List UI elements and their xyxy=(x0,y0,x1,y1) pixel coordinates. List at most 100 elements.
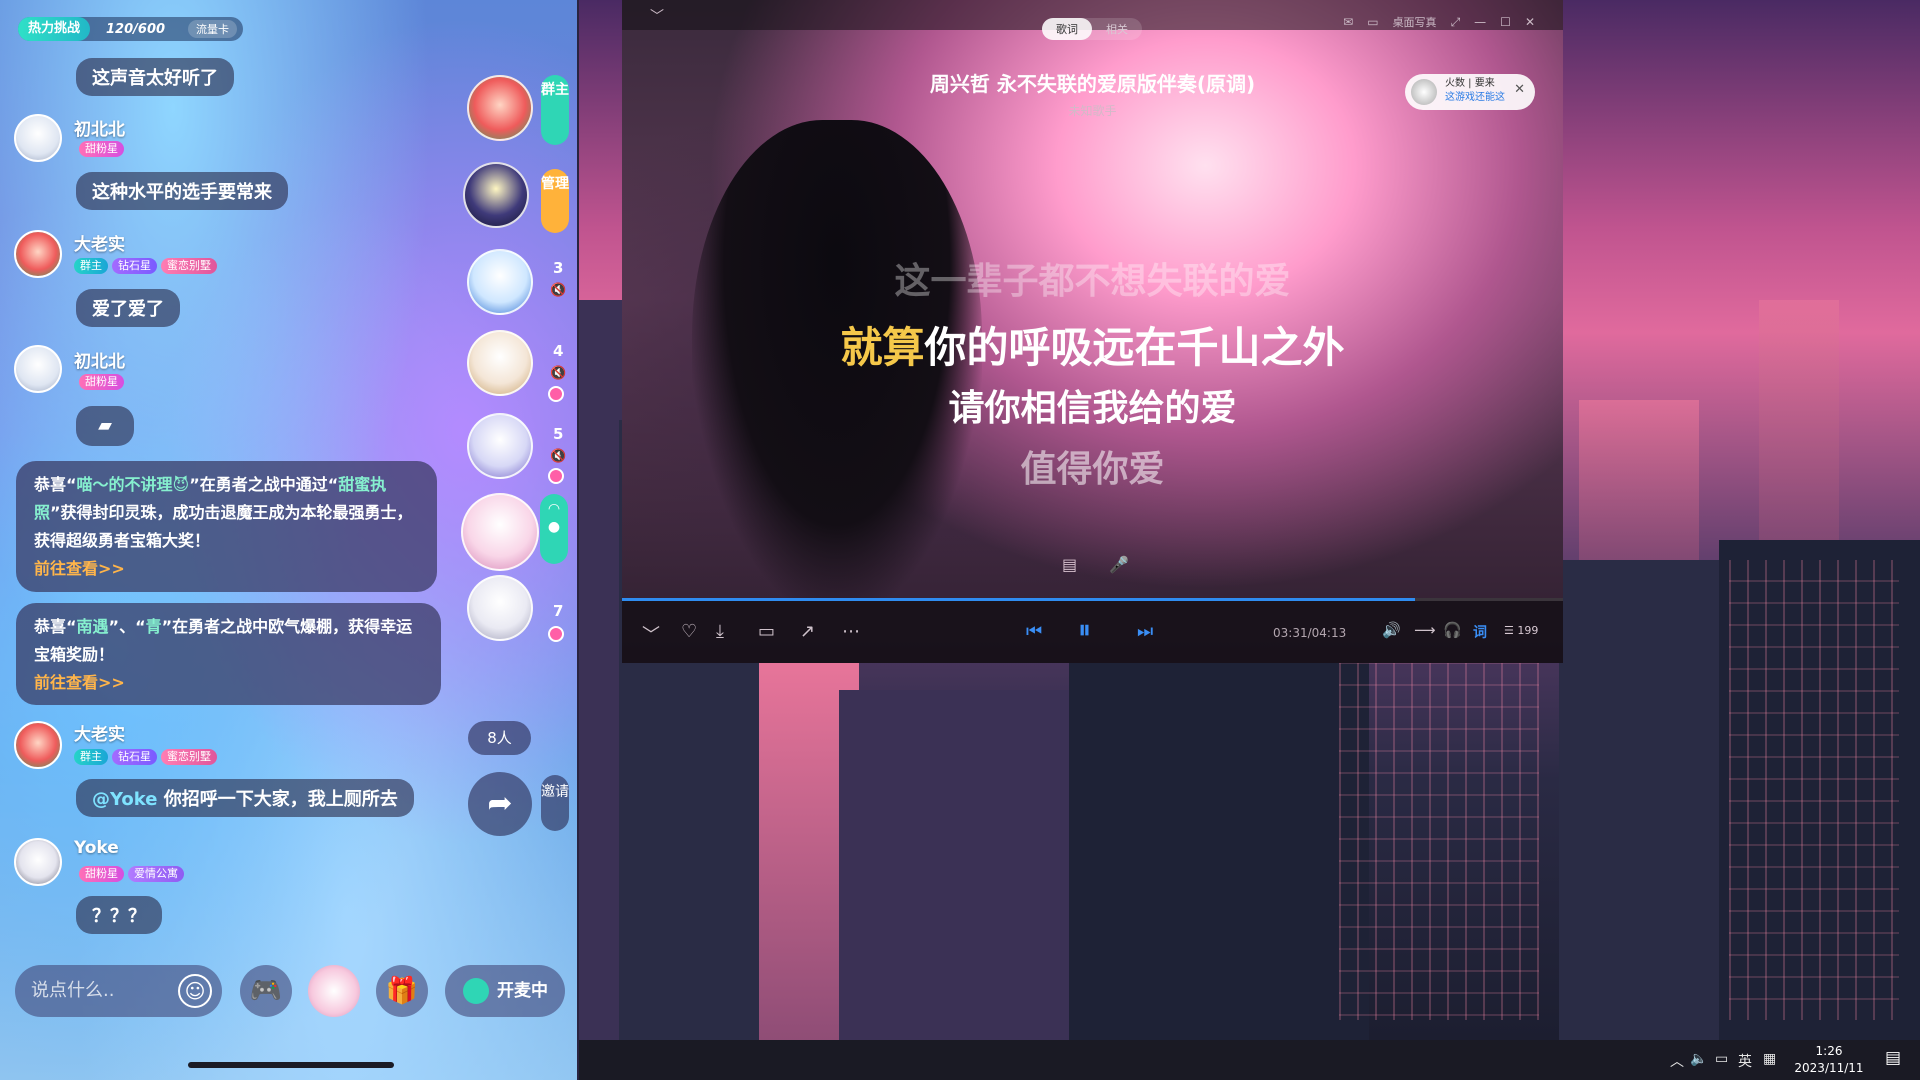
lyric-sung-part: 就算 xyxy=(840,323,925,372)
seat-number: 5 xyxy=(553,425,564,443)
close-icon[interactable]: ✕ xyxy=(1514,83,1525,97)
keyboard-icon[interactable]: ▦ xyxy=(1763,1051,1776,1067)
mic-muted-icon: 🔇 xyxy=(550,366,567,381)
share-icon[interactable]: ↗ xyxy=(800,621,815,642)
avatar[interactable] xyxy=(14,721,62,769)
badge-row: 群主 钻石星 蜜恋别墅 xyxy=(74,749,217,765)
avatar[interactable] xyxy=(14,345,62,393)
emoji-icon[interactable]: ☺ xyxy=(178,974,212,1008)
announcement-text: 恭喜“喵～的不讲理😈”在勇者之战中通过“甜蜜执照”获得封印灵珠，成功击退魔王成为… xyxy=(34,475,413,550)
traffic-card[interactable]: 流量卡 xyxy=(188,20,237,38)
volume-icon[interactable]: 🔊 xyxy=(1382,621,1401,639)
volume-icon[interactable]: 🔈 xyxy=(1690,1051,1707,1067)
username[interactable]: Yoke xyxy=(74,838,119,858)
play-queue-button[interactable]: ☰ 199 xyxy=(1504,624,1538,637)
lyric-rest-part: 你的呼吸远在千山之外 xyxy=(924,323,1345,372)
tab-related[interactable]: 相关 xyxy=(1092,18,1142,40)
mic-seat-1[interactable] xyxy=(467,75,533,141)
desktop-photo-button[interactable]: 桌面写真 xyxy=(1393,14,1437,30)
lyrics-toggle-button[interactable]: 词 xyxy=(1473,622,1487,642)
clock-time: 1:26 xyxy=(1815,1044,1843,1058)
progress-bar[interactable] xyxy=(622,598,1563,601)
lyric-line-prev: 这一辈子都不想失联的爱 xyxy=(894,261,1291,302)
mic-seat-4[interactable] xyxy=(467,330,533,396)
maximize-icon[interactable]: ☐ xyxy=(1500,15,1511,29)
view-more-link[interactable]: 前往查看>> xyxy=(34,555,419,583)
avatar[interactable] xyxy=(14,838,62,886)
gamepad-icon: 🎮 xyxy=(249,976,283,1006)
invite-button[interactable]: 邀请 xyxy=(541,775,569,831)
view-more-link[interactable]: 前往查看>> xyxy=(34,669,423,697)
microphone-icon: ● xyxy=(547,519,561,535)
progress-fill xyxy=(622,598,1416,601)
avatar[interactable] xyxy=(14,230,62,278)
pause-icon[interactable]: ⏸ xyxy=(1078,615,1091,646)
mic-seat-3[interactable] xyxy=(467,249,533,315)
mic-seat-7[interactable] xyxy=(467,575,533,641)
home-indicator xyxy=(188,1062,394,1068)
share-button[interactable]: ➦ xyxy=(468,772,532,836)
collapse-chevron-icon[interactable]: ﹀ xyxy=(650,6,664,26)
lyric-translate-icon[interactable]: ▤ xyxy=(1062,555,1077,574)
comment-icon[interactable]: ▭ xyxy=(758,621,775,642)
badge: 甜粉星 xyxy=(79,374,124,390)
download-icon[interactable]: ⤓ xyxy=(716,621,724,642)
minimize-icon[interactable]: — xyxy=(1474,15,1486,29)
chat-sticker: ▰ xyxy=(76,406,134,446)
badge-row: 甜粉星 xyxy=(79,141,124,157)
gift-icon: 🎁 xyxy=(385,976,419,1006)
game-controller-button[interactable]: 🎮 xyxy=(240,965,292,1017)
wifi-signal-icon: ◠ xyxy=(548,501,560,517)
username[interactable]: 大老实 xyxy=(74,230,125,255)
mic-toggle-button[interactable]: 开麦中 xyxy=(445,965,565,1017)
avatar[interactable] xyxy=(14,114,62,162)
mic-seat-5[interactable] xyxy=(467,413,533,479)
heart-badge-icon xyxy=(548,468,564,484)
heart-badge-icon xyxy=(548,626,564,642)
username[interactable]: 大老实 xyxy=(74,720,125,745)
notification-toast[interactable]: 火数 | 要来 这游戏还能这 ✕ xyxy=(1405,74,1535,110)
username[interactable]: 初北北 xyxy=(74,347,125,372)
microphone-icon[interactable]: 🎤 xyxy=(1109,555,1129,574)
heat-challenge-tag: 热力挑战 xyxy=(18,17,91,41)
mic-muted-icon: 🔇 xyxy=(550,283,567,298)
heart-icon[interactable]: ♡ xyxy=(681,621,697,642)
heat-challenge-bar[interactable]: 热力挑战 120/600 流量卡 xyxy=(18,17,243,41)
badge: 蜜恋别墅 xyxy=(161,749,217,765)
mention[interactable]: @Yoke xyxy=(92,789,157,810)
fullscreen-icon[interactable]: ⤢ xyxy=(1451,15,1461,30)
clock-date: 2023/11/11 xyxy=(1794,1061,1864,1075)
playback-time: 03:31/04:13 xyxy=(1273,626,1347,640)
lyric-line-next2: 值得你爱 xyxy=(1020,449,1165,490)
tray-expand-icon[interactable]: ︿ xyxy=(1670,1051,1684,1071)
monitor-icon[interactable]: ▭ xyxy=(1367,15,1378,29)
ime-indicator[interactable]: 英 xyxy=(1738,1051,1752,1071)
chevron-down-icon[interactable]: ﹀ xyxy=(642,621,660,647)
badge-row: 群主 钻石星 蜜恋别墅 xyxy=(74,258,217,274)
previous-track-icon[interactable]: ⏮ xyxy=(1026,621,1042,642)
notification-center-icon[interactable]: ▤ xyxy=(1882,1048,1904,1070)
gift-button[interactable]: 🎁 xyxy=(376,965,428,1017)
queue-icon: ☰ xyxy=(1504,624,1518,637)
username[interactable]: 初北北 xyxy=(74,115,125,140)
mic-muted-icon: 🔇 xyxy=(550,449,567,464)
seat-number: 4 xyxy=(553,342,564,360)
more-icon[interactable]: ⋯ xyxy=(842,621,860,642)
mic-seat-6[interactable] xyxy=(461,493,539,571)
mic-seat-2[interactable] xyxy=(463,162,529,228)
close-icon[interactable]: ✕ xyxy=(1525,15,1535,29)
system-clock[interactable]: 1:26 2023/11/11 xyxy=(1794,1043,1864,1077)
badge-row: 甜粉星 xyxy=(79,374,124,390)
online-count[interactable]: 8人 xyxy=(468,721,531,755)
pet-button[interactable] xyxy=(308,965,360,1017)
mail-icon[interactable]: ✉ xyxy=(1343,15,1353,29)
badge: 甜粉星 xyxy=(79,141,124,157)
headphones-icon[interactable]: 🎧 xyxy=(1443,621,1462,639)
next-track-icon[interactable]: ⏭ xyxy=(1137,621,1153,642)
lyric-tools: ▤ 🎤 xyxy=(1062,555,1129,574)
network-icon[interactable]: ▭ xyxy=(1715,1051,1728,1067)
playmode-icon[interactable]: ⟶ xyxy=(1414,621,1436,639)
tab-lyrics[interactable]: 歌词 xyxy=(1042,18,1092,40)
music-player-window: ﹀ 歌词 相关 ✉ ▭ 桌面写真 ⤢ — ☐ ✕ 周兴哲 永不失联的爱原版伴奏(… xyxy=(622,0,1563,663)
avatar xyxy=(1411,79,1437,105)
